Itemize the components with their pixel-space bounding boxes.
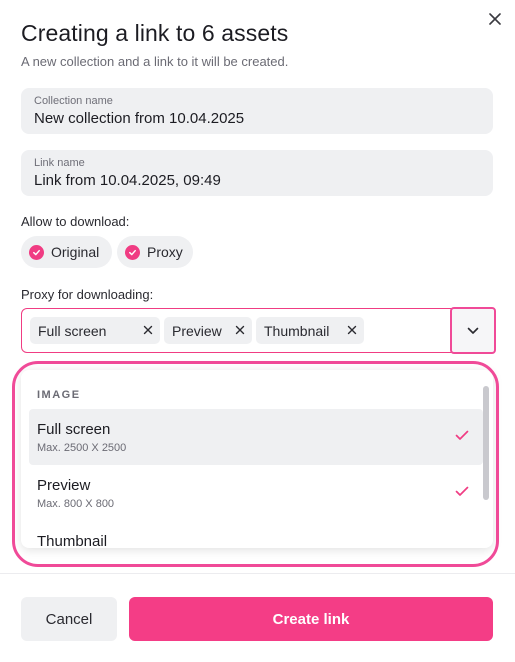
collection-name-label: Collection name: [34, 95, 113, 107]
selected-tag-preview: Preview: [164, 317, 252, 344]
cancel-button[interactable]: Cancel: [21, 597, 117, 641]
create-link-dialog: Creating a link to 6 assets A new collec…: [0, 0, 515, 662]
close-icon: [489, 13, 501, 25]
collection-name-field[interactable]: Collection name New collection from 10.0…: [21, 88, 493, 134]
proxy-label: Proxy: [147, 244, 183, 260]
dropdown-option-full-screen[interactable]: Full screen Max. 2500 X 2500: [29, 409, 483, 465]
tag-label: Thumbnail: [264, 322, 330, 339]
proxy-for-downloading-label: Proxy for downloading:: [21, 287, 154, 302]
selected-tag-full-screen: Full screen: [30, 317, 160, 344]
dropdown-scrollbar[interactable]: [483, 386, 489, 500]
x-icon: [347, 325, 357, 335]
chevron-down-icon: [467, 327, 479, 334]
footer-divider: [0, 573, 515, 574]
option-name: Thumbnail: [37, 533, 108, 548]
original-checkbox[interactable]: Original: [21, 236, 112, 268]
option-name: Preview: [37, 477, 91, 494]
proxy-dropdown-menu: IMAGE Full screen Max. 2500 X 2500 Previ…: [21, 370, 493, 548]
tag-label: Preview: [172, 322, 222, 339]
dropdown-option-thumbnail[interactable]: Thumbnail: [29, 521, 483, 548]
dropdown-toggle-button[interactable]: [450, 307, 496, 354]
tag-label: Full screen: [38, 322, 107, 339]
link-name-field[interactable]: Link name Link from 10.04.2025, 09:49: [21, 150, 493, 196]
original-label: Original: [51, 244, 100, 260]
remove-tag-button[interactable]: [142, 324, 154, 336]
collection-name-input[interactable]: New collection from 10.04.2025: [34, 110, 480, 128]
option-size: Max. 800 X 800: [37, 498, 115, 510]
checkbox-checked-icon: [29, 244, 44, 260]
create-link-button[interactable]: Create link: [129, 597, 493, 641]
selected-tag-thumbnail: Thumbnail: [256, 317, 364, 344]
close-button[interactable]: [484, 8, 506, 30]
x-icon: [143, 325, 153, 335]
dropdown-option-preview[interactable]: Preview Max. 800 X 800: [29, 465, 483, 521]
checkbox-checked-icon: [125, 244, 140, 260]
link-name-label: Link name: [34, 157, 85, 169]
dialog-subtitle: A new collection and a link to it will b…: [21, 54, 289, 69]
dropdown-group-label: IMAGE: [37, 389, 81, 401]
option-size: Max. 2500 X 2500: [37, 442, 127, 454]
proxy-multiselect[interactable]: Full screen Preview Thumbnail: [21, 308, 495, 353]
allow-download-label: Allow to download:: [21, 214, 130, 229]
check-icon: [455, 430, 469, 440]
option-name: Full screen: [37, 421, 111, 438]
x-icon: [235, 325, 245, 335]
remove-tag-button[interactable]: [234, 324, 246, 336]
proxy-checkbox[interactable]: Proxy: [117, 236, 193, 268]
dialog-title: Creating a link to 6 assets: [21, 20, 289, 46]
link-name-input[interactable]: Link from 10.04.2025, 09:49: [34, 172, 480, 190]
check-icon: [455, 486, 469, 496]
remove-tag-button[interactable]: [346, 324, 358, 336]
